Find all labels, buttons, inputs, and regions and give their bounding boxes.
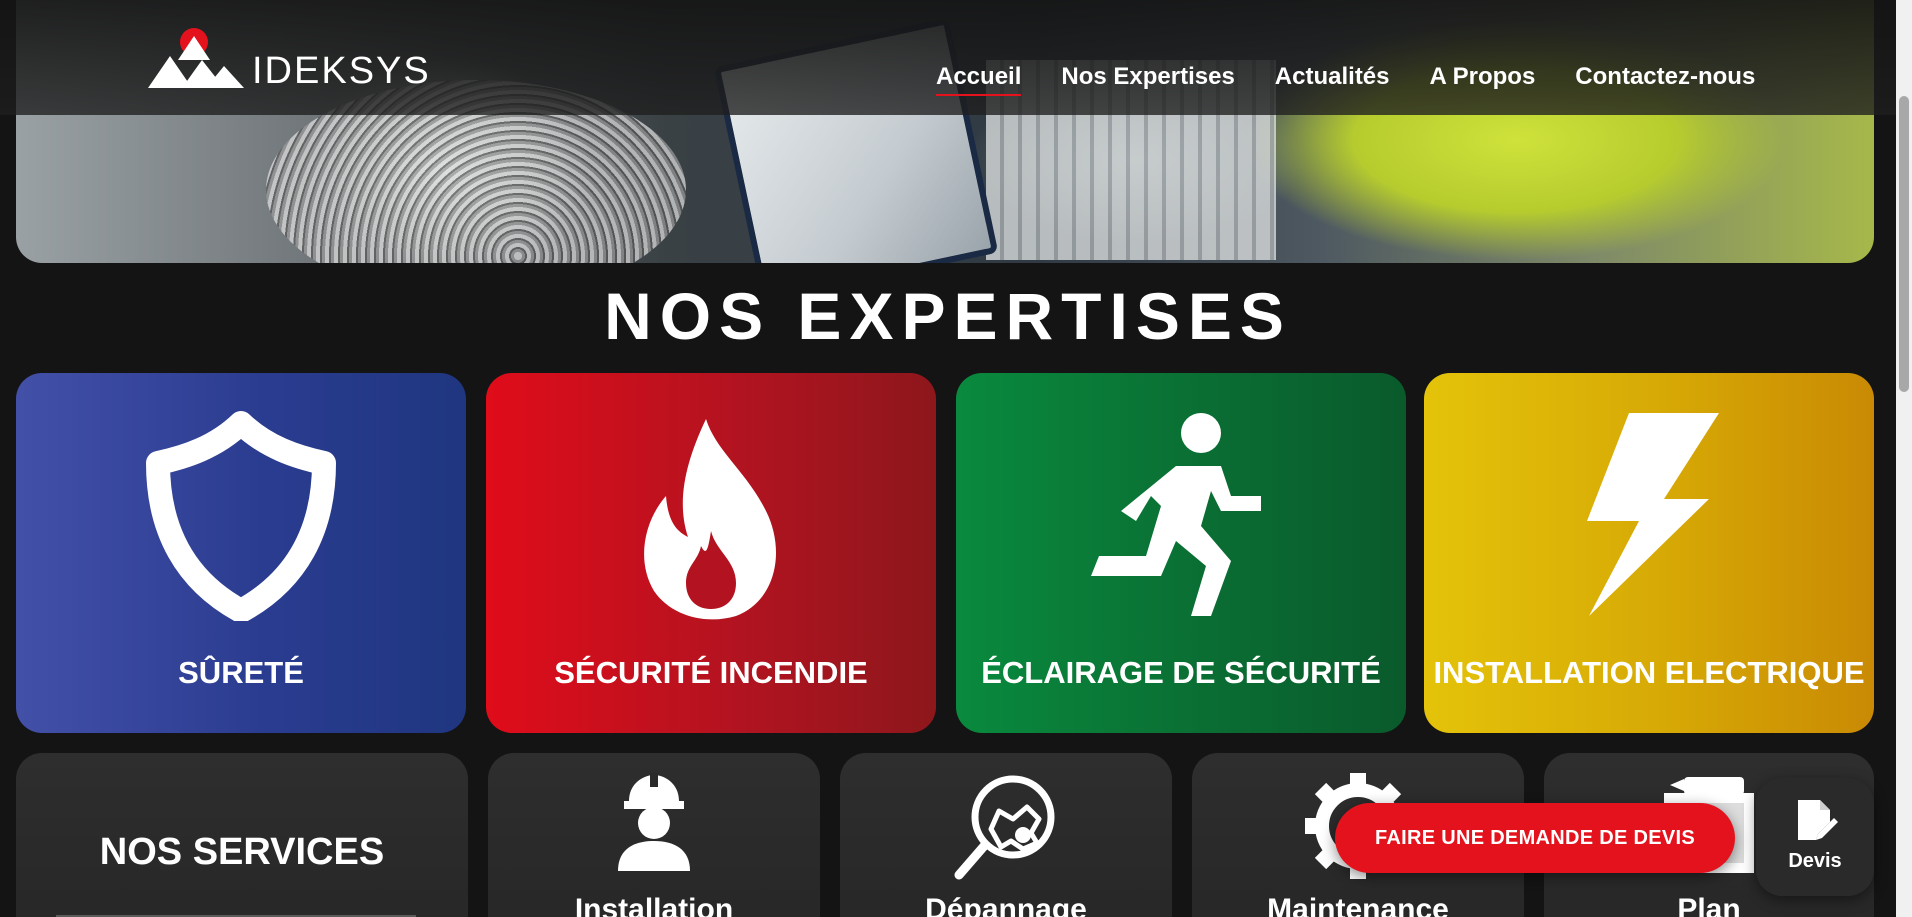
expertise-cards: SÛRETÉ SÉCURITÉ INCENDIE ÉCLAIRAGE DE SÉ… xyxy=(16,373,1874,733)
services-title: NOS SERVICES xyxy=(99,831,385,873)
service-card-depannage[interactable]: Dépannage xyxy=(840,753,1172,917)
expertise-card-eclairage-de-securite[interactable]: ÉCLAIRAGE DE SÉCURITÉ xyxy=(956,373,1406,733)
shield-icon xyxy=(16,411,466,621)
nav-item-contactez-nous[interactable]: Contactez-nous xyxy=(1575,62,1755,92)
site-header: IDEKSYS Accueil Nos Expertises Actualité… xyxy=(0,0,1896,115)
quote-request-button[interactable]: FAIRE UNE DEMANDE DE DEVIS xyxy=(1335,803,1735,873)
service-card-label: Maintenance xyxy=(1267,893,1449,917)
logo-mark-icon xyxy=(148,28,244,88)
running-man-icon xyxy=(956,411,1406,621)
nav-item-nos-expertises[interactable]: Nos Expertises xyxy=(1061,62,1234,92)
page-scrollbar[interactable] xyxy=(1896,0,1912,917)
expertise-card-label: SÛRETÉ xyxy=(178,655,304,690)
nav-item-actualites[interactable]: Actualités xyxy=(1275,62,1390,92)
nav-item-a-propos[interactable]: A Propos xyxy=(1430,62,1536,92)
devis-button[interactable]: Devis xyxy=(1756,778,1874,896)
magnifier-icon xyxy=(840,771,1172,881)
scrollbar-thumb[interactable] xyxy=(1899,96,1909,392)
services-title-card: NOS SERVICES xyxy=(16,753,468,917)
expertise-card-installation-electrique[interactable]: INSTALLATION ELECTRIQUE xyxy=(1424,373,1874,733)
service-card-installation[interactable]: Installation xyxy=(488,753,820,917)
expertise-card-label: ÉCLAIRAGE DE SÉCURITÉ xyxy=(981,655,1381,690)
edit-document-icon xyxy=(1798,800,1838,840)
site-logo[interactable]: IDEKSYS xyxy=(148,26,448,92)
expertise-card-surete[interactable]: SÛRETÉ xyxy=(16,373,466,733)
section-title-expertises: NOS EXPERTISES xyxy=(604,279,1292,353)
devis-label: Devis xyxy=(1788,850,1842,872)
worker-icon xyxy=(488,771,820,881)
lightning-icon xyxy=(1424,411,1874,621)
expertise-card-securite-incendie[interactable]: SÉCURITÉ INCENDIE xyxy=(486,373,936,733)
service-card-label: Dépannage xyxy=(925,893,1087,917)
expertise-card-label: INSTALLATION ELECTRIQUE xyxy=(1433,655,1865,690)
expertise-card-label: SÉCURITÉ INCENDIE xyxy=(554,655,868,690)
flame-icon xyxy=(486,411,936,621)
nav-item-accueil[interactable]: Accueil xyxy=(936,62,1022,96)
service-card-label: Plan xyxy=(1677,893,1741,917)
service-card-label: Installation xyxy=(574,893,734,917)
logo-text: IDEKSYS xyxy=(252,50,431,92)
main-nav: Accueil Nos Expertises Actualités A Prop… xyxy=(936,62,1755,96)
